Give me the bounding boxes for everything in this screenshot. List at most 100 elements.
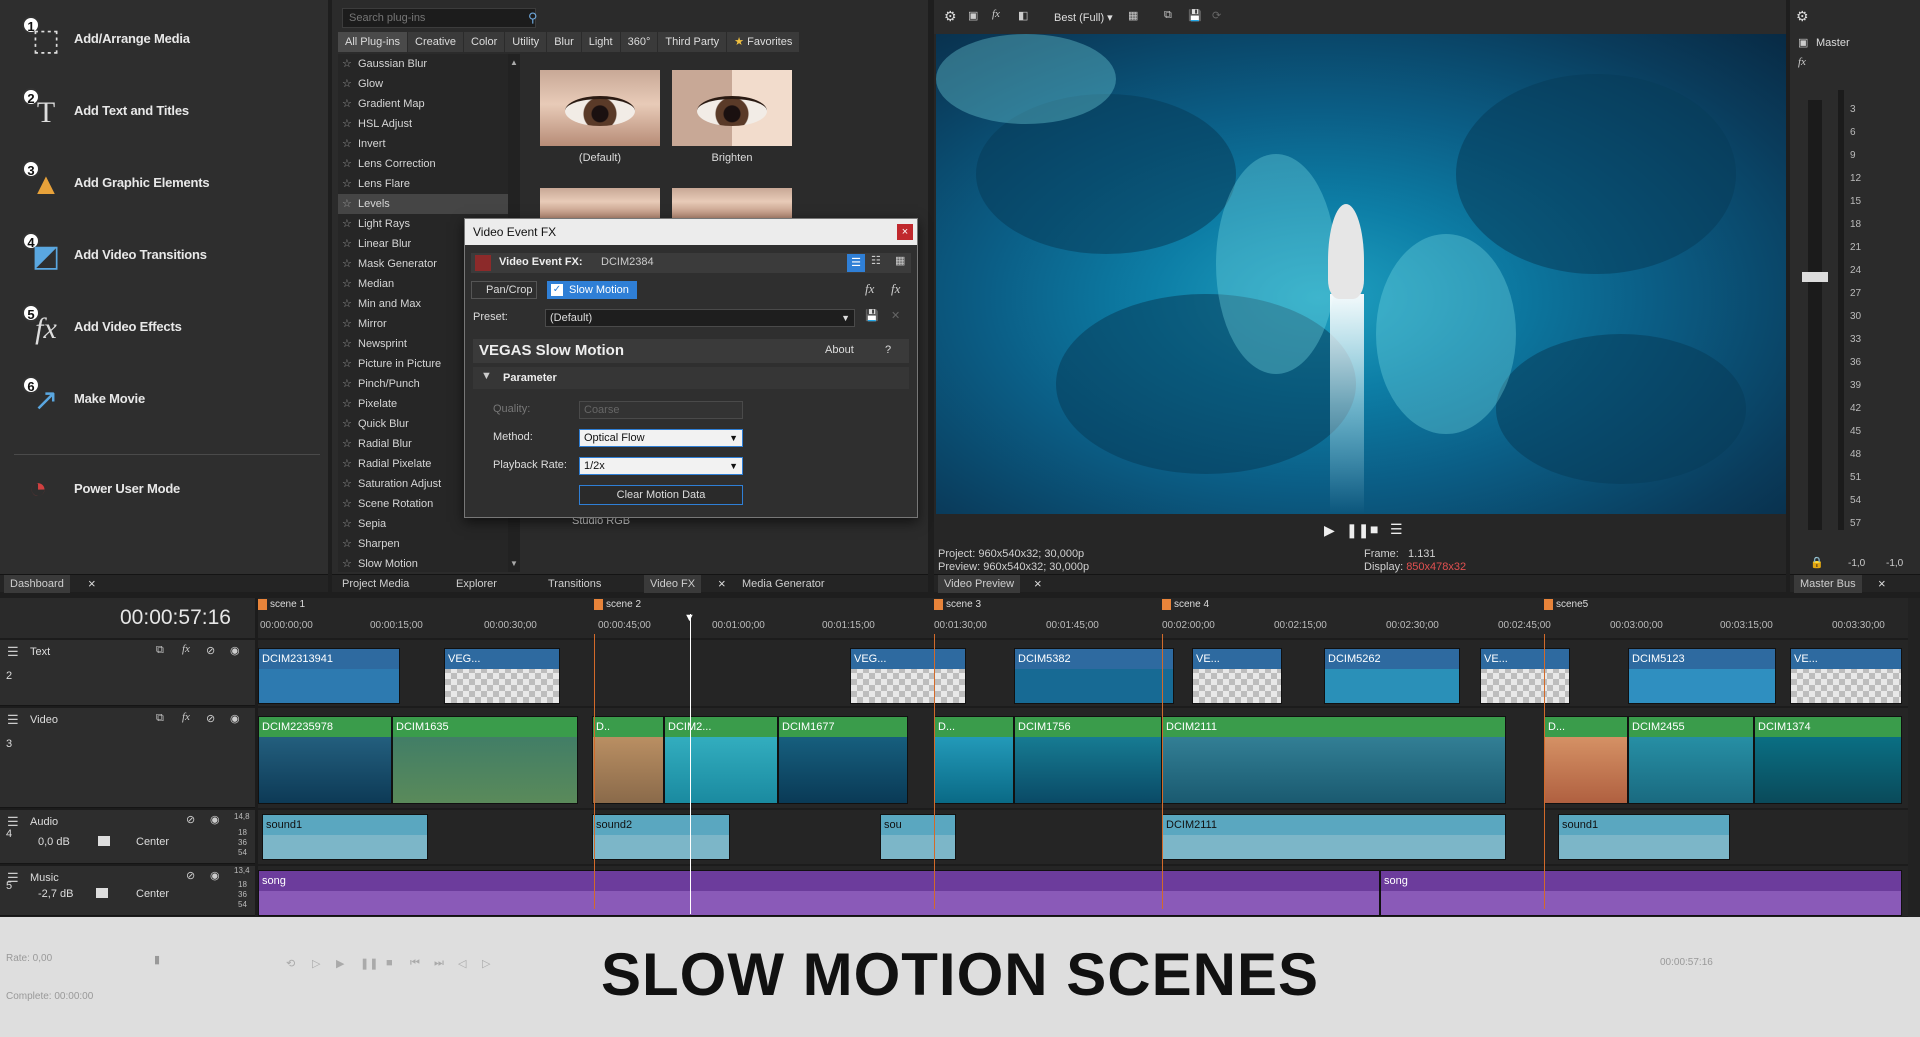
mute-icon[interactable]: ⊘ [206,712,215,725]
fx-icon[interactable]: fx [865,281,874,297]
tab-color[interactable]: Color [464,32,505,52]
video-clip[interactable]: DCIM2235978 [258,716,392,804]
tab-light[interactable]: Light [581,32,620,52]
gear-icon[interactable]: ⚙ [944,8,957,25]
detail-view-icon[interactable]: ☷ [871,254,881,267]
tab-master-bus[interactable]: Master Bus [1794,575,1862,593]
video-clip[interactable]: DCIM1374 [1754,716,1902,804]
remove-fx-icon[interactable]: fx [891,281,900,297]
video-clip[interactable]: DCIM1677 [778,716,908,804]
marker-label[interactable]: scene 2 [594,598,641,612]
video-clip[interactable]: DCIM1635 [392,716,578,804]
solo-icon[interactable]: ◉ [230,644,240,657]
music-clip[interactable]: song [258,870,1380,916]
parameter-section-header[interactable]: ▼ Parameter [473,367,909,389]
lock-icon[interactable]: 🔒 [1810,556,1824,569]
marker-label[interactable]: scene 1 [258,598,305,612]
plugin-item-selected[interactable]: Levels [338,194,508,214]
motion-icon[interactable]: ⧉ [156,712,164,725]
marker-label[interactable]: scene 3 [934,598,981,612]
preview-device-icon[interactable]: ▣ [968,9,978,22]
add-video-effects-button[interactable]: 5 fx Add Video Effects [18,296,318,356]
fx-icon[interactable]: fx [1798,56,1806,68]
add-text-titles-button[interactable]: 2T Add Text and Titles [18,80,318,140]
gear-icon[interactable]: ⚙ [1796,8,1809,25]
preset-thumbnail-default[interactable]: (Default) [540,70,660,164]
scroll-up-icon[interactable]: ▲ [510,58,518,67]
menu-icon[interactable]: ☰ [7,644,19,660]
track-header-audio[interactable]: ☰ 4 Audio 0,0 dB Center ⊘ ◉ 14,8 18 36 5… [0,810,255,864]
plugin-item[interactable]: Gradient Map [338,94,508,114]
track-header-text[interactable]: ☰ 2 Text ⧉ fx ⊘ ◉ [0,640,255,706]
delete-preset-icon[interactable]: ✕ [891,309,900,322]
copy-snapshot-icon[interactable]: ⧉ [1164,9,1172,22]
audio-clip[interactable]: sound2 [592,814,730,860]
video-clip[interactable]: DCIM2455 [1628,716,1754,804]
checkbox-icon[interactable]: ▣ [1798,36,1808,49]
marker-label[interactable]: scene5 [1544,598,1588,612]
chain-slow-motion[interactable]: ✓ Slow Motion [547,281,637,299]
tab-media-generator[interactable]: Media Generator [736,575,831,593]
list-view-icon[interactable]: ☰ [847,254,865,272]
solo-icon[interactable]: ◉ [230,712,240,725]
scroll-down-icon[interactable]: ▼ [510,559,518,568]
track-header-video[interactable]: ☰ 3 Video ⧉ fx ⊘ ◉ [0,708,255,808]
plugin-item[interactable]: Glow [338,74,508,94]
plugin-item[interactable]: Gaussian Blur [338,54,508,74]
plugin-item[interactable]: HSL Adjust [338,114,508,134]
mute-icon[interactable]: ⊘ [186,869,195,882]
video-clip[interactable]: D.. [592,716,664,804]
text-clip[interactable]: DCIM5382 [1014,648,1174,704]
text-clip[interactable]: DCIM5262 [1324,648,1460,704]
plugin-item[interactable]: Sharpen [338,534,508,554]
video-clip[interactable]: D... [934,716,1014,804]
audio-clip[interactable]: sound1 [1558,814,1730,860]
overlays-icon[interactable]: ▦ [1128,9,1138,22]
solo-icon[interactable]: ◉ [210,813,220,826]
play-icon[interactable]: ▶ [1324,522,1335,539]
text-clip[interactable]: VEG... [444,648,560,704]
tab-favorites[interactable]: ★ Favorites [727,32,800,52]
plugin-item[interactable]: Lens Flare [338,174,508,194]
text-clip[interactable]: VE... [1192,648,1282,704]
plugin-search-input[interactable] [342,8,536,28]
plugin-item[interactable]: Invert [338,134,508,154]
ruler[interactable]: scene 1 scene 2 scene 3 scene 4 scene5 0… [258,598,1908,638]
tab-project-media[interactable]: Project Media [336,575,415,593]
tab-creative[interactable]: Creative [408,32,463,52]
add-arrange-media-button[interactable]: 1 ⬚ Add/Arrange Media [18,8,318,68]
preset-dropdown[interactable]: (Default) ▼ [545,309,855,327]
video-clip[interactable]: D... [1544,716,1628,804]
preset-thumbnail-brighten[interactable]: Brighten [672,70,792,164]
volume-slider[interactable] [98,836,110,846]
text-clip[interactable]: DCIM2313941 [258,648,400,704]
split-screen-icon[interactable]: ◧ [1018,9,1028,22]
audio-clip[interactable]: sound1 [262,814,428,860]
method-dropdown[interactable]: Optical Flow ▼ [579,429,743,447]
close-icon[interactable]: × [1034,575,1042,593]
make-movie-button[interactable]: 6 ↗ Make Movie [18,368,318,428]
text-clip[interactable]: VEG... [850,648,966,704]
tab-transitions[interactable]: Transitions [542,575,607,593]
tab-explorer[interactable]: Explorer [450,575,503,593]
menu-icon[interactable]: ☰ [1390,521,1403,538]
video-clip[interactable]: DCIM2111 [1162,716,1506,804]
quality-dropdown[interactable]: Coarse [579,401,743,419]
video-clip[interactable]: DCIM1756 [1014,716,1162,804]
mute-icon[interactable]: ⊘ [186,813,195,826]
power-user-mode-button[interactable]: ◔ Power User Mode [18,458,318,518]
text-clip[interactable]: VE... [1480,648,1570,704]
plugin-item[interactable]: Slow Motion [338,554,508,574]
text-clip[interactable]: VE... [1790,648,1902,704]
close-icon[interactable]: × [897,224,913,240]
chain-pan-crop[interactable]: Pan/Crop [471,281,538,299]
sync-icon[interactable]: ⟳ [1212,9,1221,22]
audio-clip[interactable]: sou [880,814,956,860]
tab-utility[interactable]: Utility [505,32,547,52]
close-icon[interactable]: × [718,575,726,593]
track-header-music[interactable]: ☰ 5 Music -2,7 dB Center ⊘ ◉ 13,4 18 36 … [0,866,255,916]
help-button[interactable]: ? [885,344,891,356]
tab-dashboard[interactable]: Dashboard [4,575,70,593]
tab-360[interactable]: 360° [620,32,658,52]
music-clip[interactable]: song [1380,870,1902,916]
